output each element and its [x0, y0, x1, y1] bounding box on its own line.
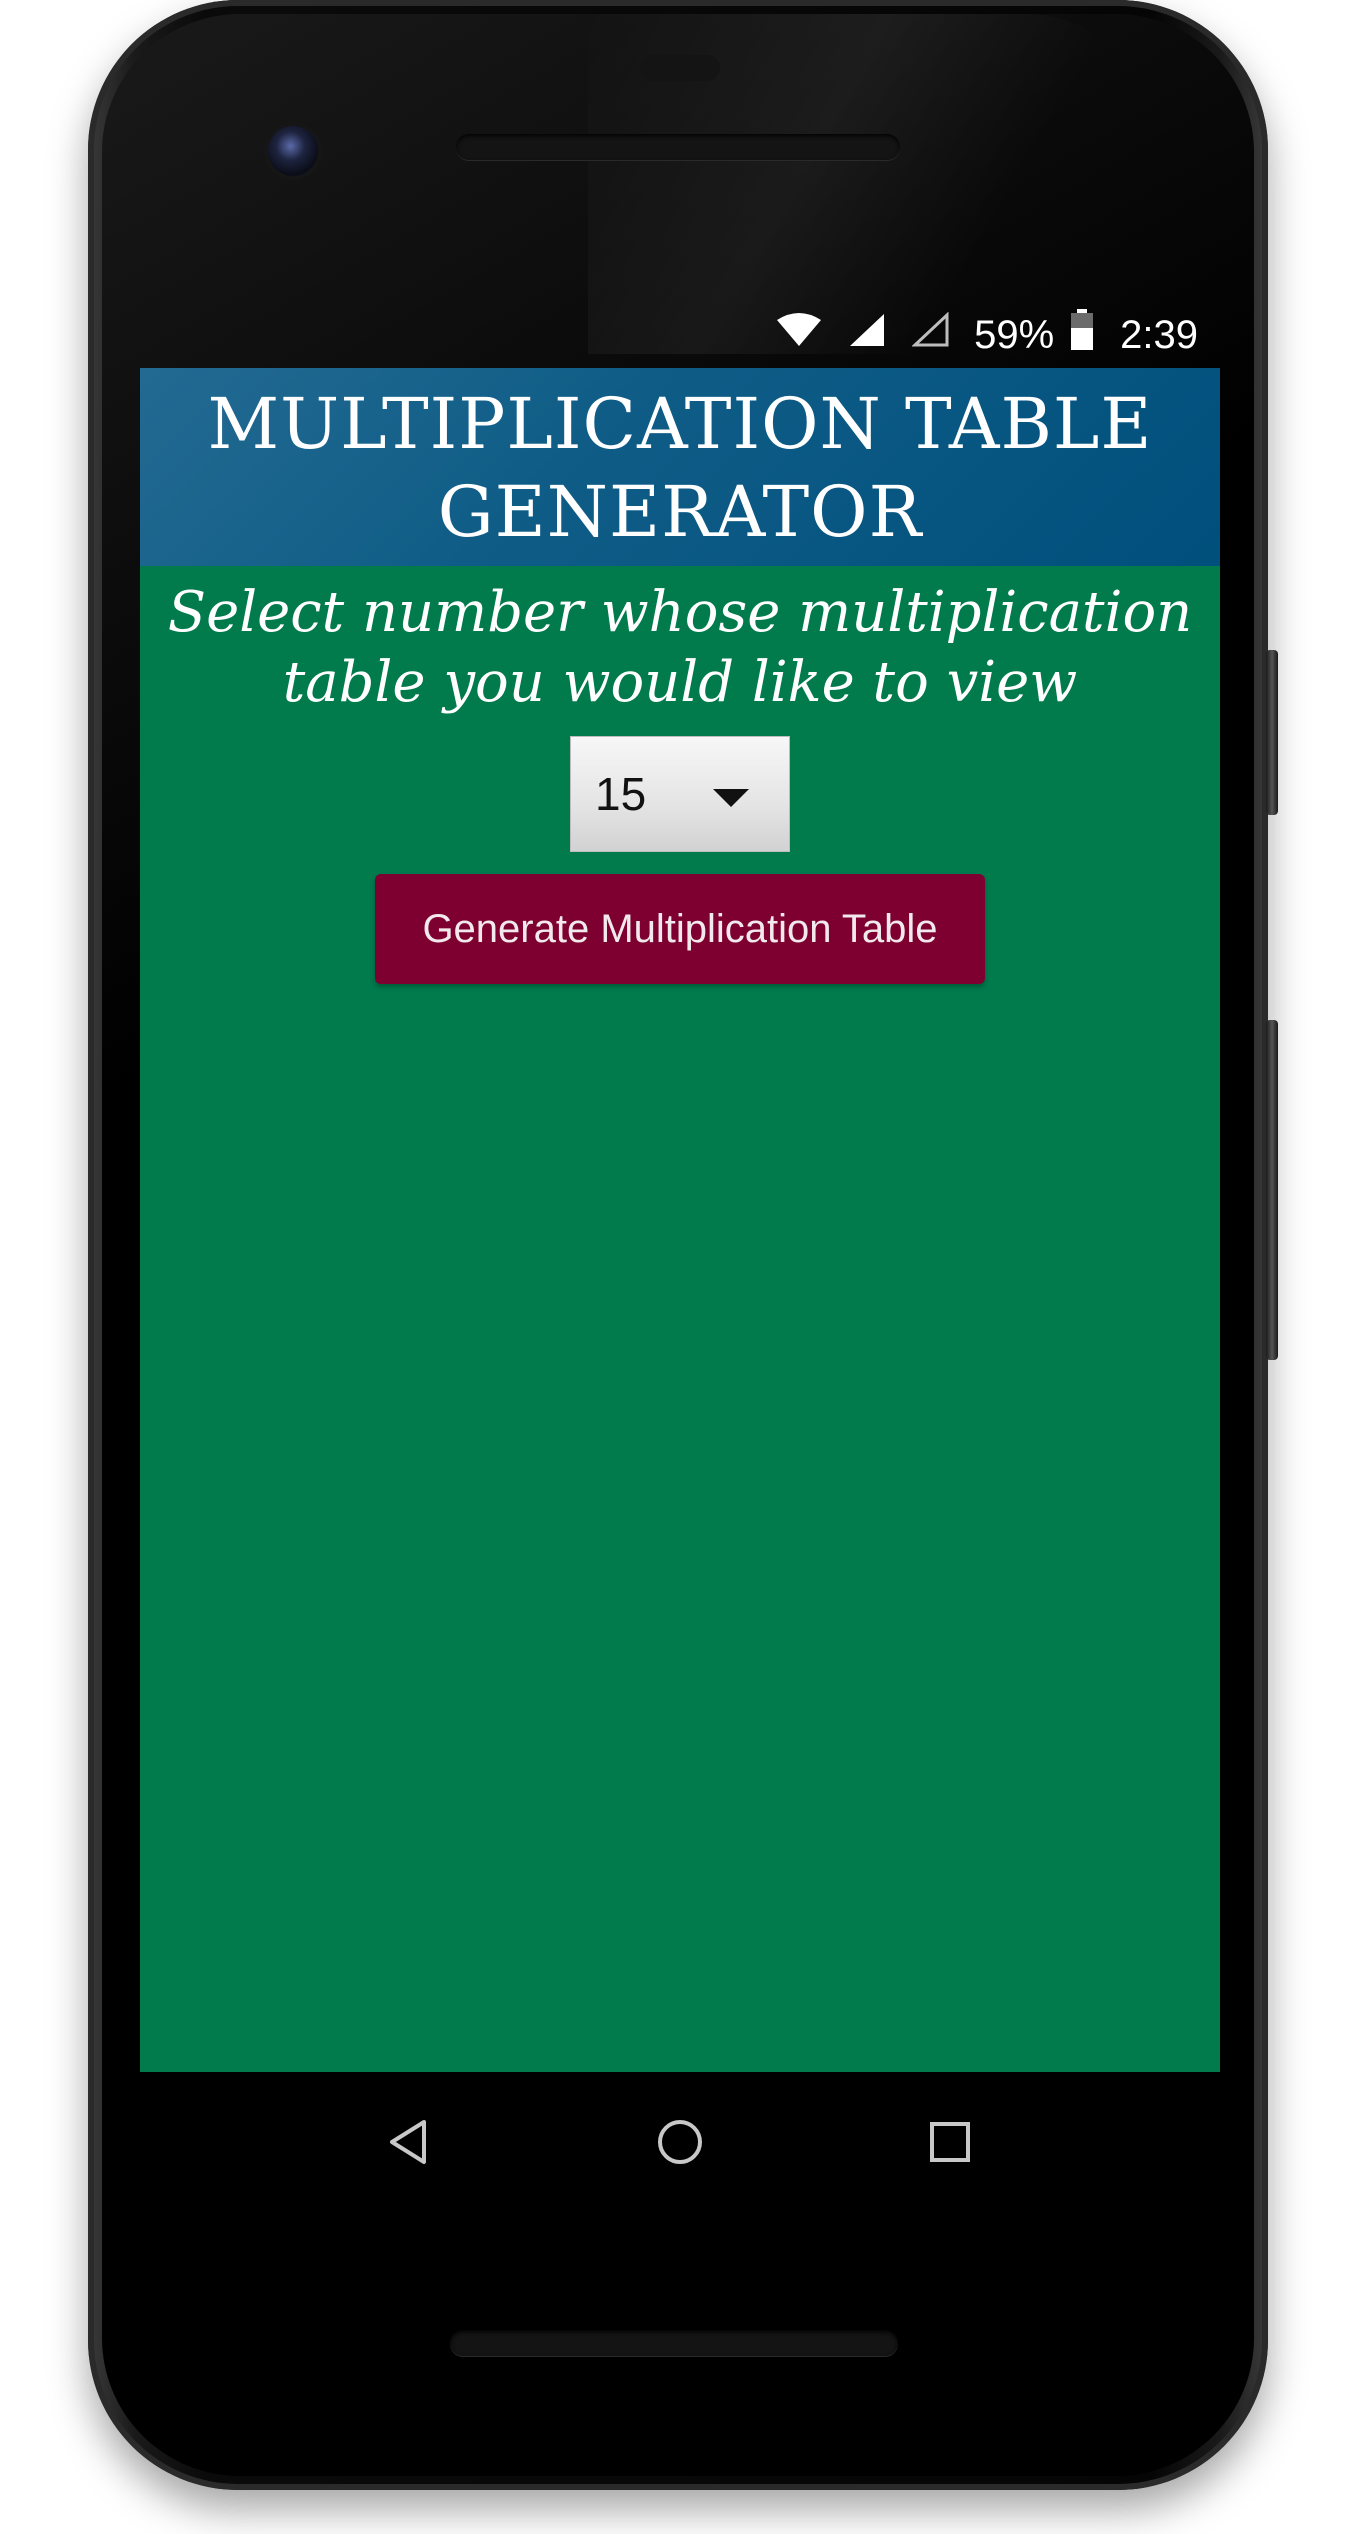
app-title-line-1: MULTIPLICATION TABLE: [207, 383, 1153, 465]
recents-icon[interactable]: [910, 2102, 990, 2182]
battery-icon: [1070, 309, 1094, 361]
status-bar: 59% 2:39: [140, 300, 1220, 370]
app-title-line-2: GENERATOR: [437, 471, 923, 553]
clock: 2:39: [1120, 312, 1198, 357]
home-icon[interactable]: [640, 2102, 720, 2182]
number-dropdown[interactable]: 15: [570, 736, 790, 852]
dropdown-arrow-icon: [713, 789, 749, 807]
app-header: MULTIPLICATION TABLE GENERATOR: [140, 368, 1220, 566]
volume-rocker: [1266, 1020, 1278, 1360]
bottom-speaker: [450, 2330, 898, 2356]
navigation-bar: [140, 2072, 1220, 2222]
app-screen: MULTIPLICATION TABLE GENERATOR Select nu…: [140, 368, 1220, 2072]
dropdown-selected-value: 15: [595, 768, 647, 820]
generate-table-button[interactable]: Generate Multiplication Table: [375, 874, 985, 984]
device-frame: 59% 2:39 MULTIPLICATION TABLE GENERATOR …: [0, 0, 1370, 2534]
earpiece-speaker: [456, 134, 900, 160]
cell-signal-empty-icon: [911, 311, 950, 358]
instruction-text: Select number whose multiplication table…: [140, 578, 1220, 718]
instruction-line-1: Select number whose multiplication: [167, 580, 1193, 645]
cell-signal-icon: [848, 312, 886, 358]
power-button: [1266, 650, 1278, 815]
battery-percent: 59%: [974, 312, 1055, 357]
wifi-icon: [776, 312, 822, 358]
instruction-line-2: table you would like to view: [282, 650, 1078, 715]
proximity-sensor: [640, 55, 720, 81]
back-icon[interactable]: [368, 2102, 448, 2182]
front-camera: [268, 126, 318, 176]
